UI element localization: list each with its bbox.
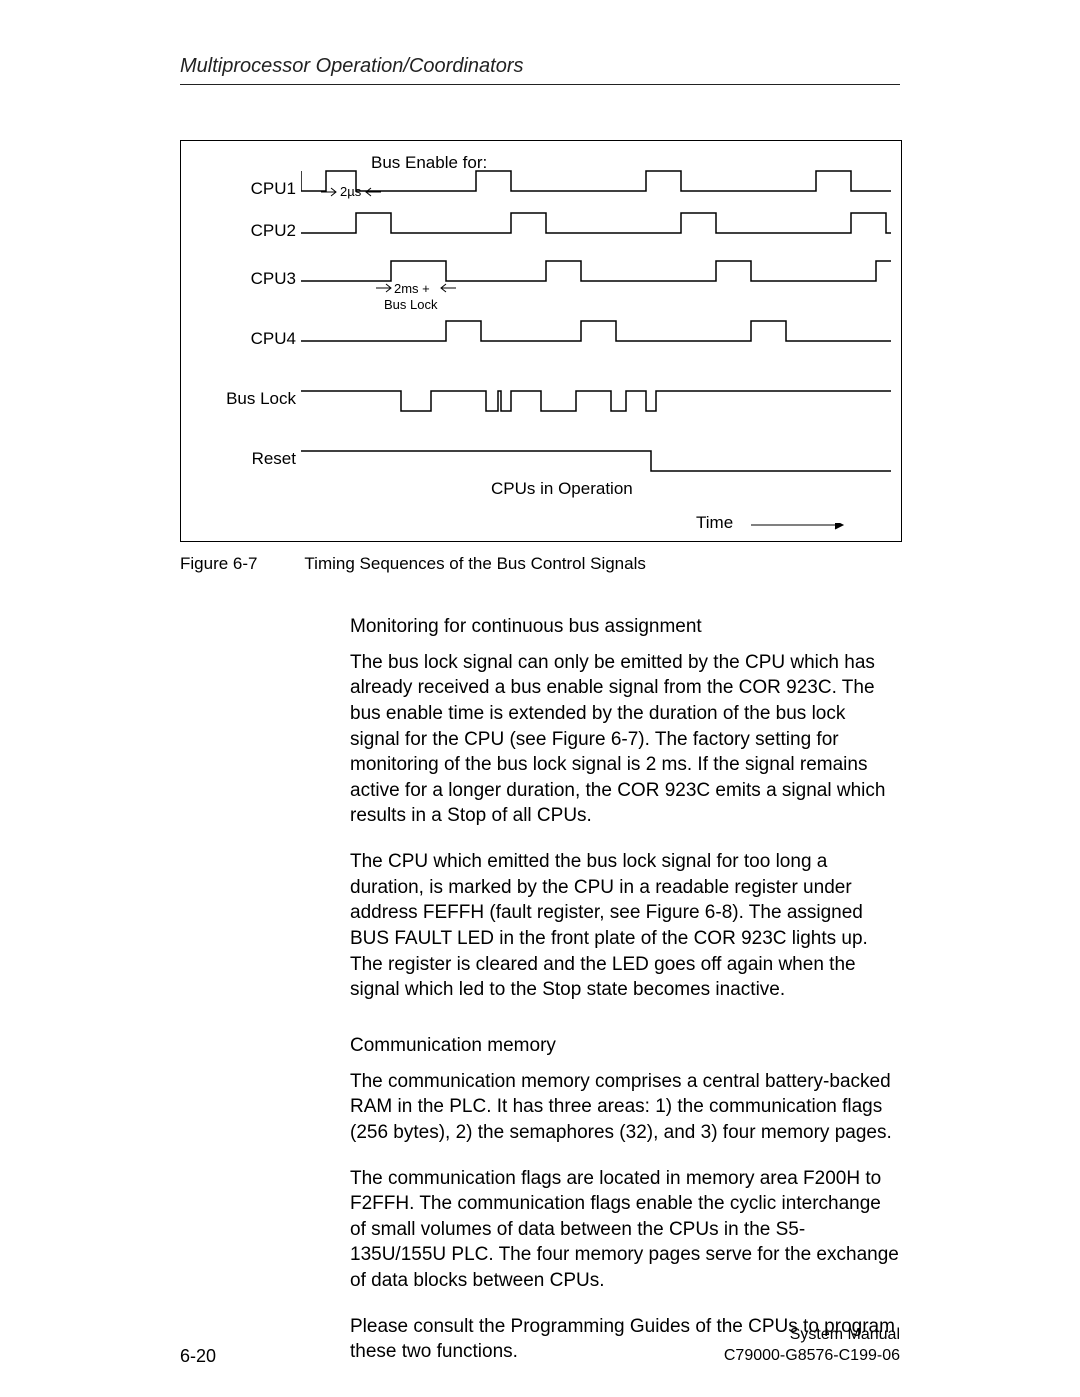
annotation-2us-label: 2µs	[340, 184, 361, 199]
label-cpu1: CPU1	[206, 179, 296, 199]
time-arrow-icon	[751, 523, 851, 533]
waveform-buslock	[301, 381, 891, 421]
time-axis-label: Time	[696, 513, 733, 533]
figure-caption: Figure 6-7 Timing Sequences of the Bus C…	[180, 554, 646, 574]
paragraph: The communication flags are located in m…	[350, 1166, 900, 1294]
doc-number: C79000-G8576-C199-06	[724, 1346, 900, 1367]
section-heading-memory: Communication memory	[350, 1033, 900, 1059]
paragraph: The bus lock signal can only be emitted …	[350, 650, 900, 829]
timing-figure: Bus Enable for: CPU1 CPU2 CPU3 CPU4 Bus …	[180, 140, 902, 542]
doc-title: System Manual	[724, 1325, 900, 1346]
label-cpu2: CPU2	[206, 221, 296, 241]
waveform-cpu4	[301, 311, 891, 351]
page: Multiprocessor Operation/Coordinators Bu…	[0, 0, 1080, 1397]
body-text: Monitoring for continuous bus assignment…	[350, 614, 900, 1385]
waveform-reset	[301, 441, 891, 481]
paragraph: The CPU which emitted the bus lock signa…	[350, 849, 900, 1003]
waveform-cpu1	[301, 161, 891, 201]
page-number: 6-20	[180, 1346, 216, 1367]
annotation-2ms-label: 2ms +	[394, 281, 430, 296]
figure-caption-text: Timing Sequences of the Bus Control Sign…	[304, 554, 645, 573]
cpus-in-operation-label: CPUs in Operation	[491, 479, 633, 499]
label-cpu4: CPU4	[206, 329, 296, 349]
label-buslock: Bus Lock	[206, 389, 296, 409]
waveform-cpu2	[301, 203, 891, 243]
figure-caption-number: Figure 6-7	[180, 554, 300, 574]
document-id: System Manual C79000-G8576-C199-06	[724, 1325, 900, 1367]
label-cpu3: CPU3	[206, 269, 296, 289]
section-heading-monitoring: Monitoring for continuous bus assignment	[350, 614, 900, 640]
paragraph: The communication memory comprises a cen…	[350, 1069, 900, 1146]
annotation-buslock-note: Bus Lock	[384, 297, 437, 312]
page-header: Multiprocessor Operation/Coordinators	[180, 55, 900, 85]
label-reset: Reset	[206, 449, 296, 469]
